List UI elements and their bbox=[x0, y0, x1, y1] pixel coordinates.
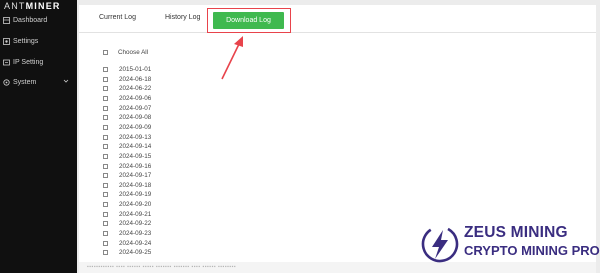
choose-all-row[interactable]: Choose All bbox=[103, 48, 148, 57]
log-date-checkbox[interactable] bbox=[103, 76, 108, 82]
log-date-label: 2024-09-20 bbox=[119, 201, 152, 209]
log-date-checkbox[interactable] bbox=[103, 221, 108, 227]
watermark-title: ZEUS MINING bbox=[464, 224, 568, 241]
log-date-row[interactable]: 2024-09-07 bbox=[103, 104, 151, 113]
log-date-row[interactable]: 2024-09-25 bbox=[103, 248, 151, 257]
log-date-row[interactable]: 2024-09-22 bbox=[103, 219, 151, 228]
choose-all-label: Choose All bbox=[118, 49, 149, 56]
sidebar-item-label: Dashboard bbox=[13, 16, 48, 24]
log-date-label: 2024-09-15 bbox=[119, 152, 152, 160]
ip-setting-icon bbox=[2, 58, 10, 66]
log-date-checkbox[interactable] bbox=[103, 250, 108, 256]
log-date-checkbox[interactable] bbox=[103, 115, 108, 121]
log-date-label: 2024-09-18 bbox=[119, 181, 152, 189]
log-date-row[interactable]: 2024-06-22 bbox=[103, 84, 151, 93]
watermark-subtitle: CRYPTO MINING PRO bbox=[464, 243, 600, 258]
dashboard-icon bbox=[2, 16, 10, 24]
log-date-row[interactable]: 2024-09-13 bbox=[103, 133, 151, 142]
log-date-checkbox[interactable] bbox=[103, 134, 108, 140]
log-date-label: 2024-09-06 bbox=[119, 94, 152, 102]
log-date-row[interactable]: 2024-09-14 bbox=[103, 142, 151, 151]
log-date-label: 2024-06-22 bbox=[119, 85, 152, 93]
log-date-label: 2024-09-23 bbox=[119, 230, 152, 238]
log-date-label: 2024-06-18 bbox=[119, 75, 152, 83]
log-date-label: 2024-09-14 bbox=[119, 143, 152, 151]
log-date-checkbox[interactable] bbox=[103, 202, 108, 208]
lightning-logo-icon bbox=[421, 225, 459, 263]
watermark: ZEUS MINING CRYPTO MINING PRO bbox=[420, 221, 600, 271]
log-date-label: 2015-01-01 bbox=[119, 66, 152, 73]
log-date-checkbox[interactable] bbox=[103, 95, 108, 101]
log-date-row[interactable]: 2024-09-24 bbox=[103, 239, 151, 248]
log-date-label: 2024-09-16 bbox=[119, 162, 152, 170]
log-date-checkbox[interactable] bbox=[103, 67, 108, 72]
log-date-row[interactable]: 2024-09-19 bbox=[103, 190, 151, 199]
log-date-label: 2024-09-25 bbox=[119, 249, 152, 257]
log-date-checkbox[interactable] bbox=[103, 163, 108, 169]
log-date-row[interactable]: 2024-09-18 bbox=[103, 181, 151, 190]
log-date-checkbox[interactable] bbox=[103, 144, 108, 150]
log-date-checkbox[interactable] bbox=[103, 240, 108, 246]
log-date-row[interactable]: 2024-09-16 bbox=[103, 162, 151, 171]
log-date-label: 2024-09-22 bbox=[119, 220, 152, 228]
log-date-row[interactable]: 2015-01-01 bbox=[103, 65, 151, 74]
log-date-row[interactable]: 2024-09-20 bbox=[103, 200, 151, 209]
download-log-button[interactable]: Download Log bbox=[213, 12, 284, 29]
sidebar-item-system[interactable]: System bbox=[0, 75, 77, 89]
log-date-checkbox[interactable] bbox=[103, 153, 108, 159]
sidebar-item-label: System bbox=[13, 78, 37, 86]
tab-current-log[interactable]: Current Log bbox=[99, 14, 136, 21]
log-date-row[interactable]: 2024-06-18 bbox=[103, 75, 151, 84]
log-date-row[interactable]: 2024-09-08 bbox=[103, 113, 151, 122]
log-date-label: 2024-09-21 bbox=[119, 210, 152, 218]
sidebar-item-dashboard[interactable]: Dashboard bbox=[0, 13, 77, 27]
log-date-label: 2024-09-24 bbox=[119, 239, 152, 247]
choose-all-checkbox[interactable] bbox=[103, 50, 108, 55]
log-date-row[interactable]: 2024-09-06 bbox=[103, 94, 151, 103]
sidebar: ANTMINER Dashboard Settings IP Setting S… bbox=[0, 0, 77, 273]
brand-logo: ANTMINER bbox=[4, 1, 61, 11]
sidebar-item-ip-setting[interactable]: IP Setting bbox=[0, 55, 77, 69]
settings-icon bbox=[2, 37, 10, 45]
log-date-checkbox[interactable] bbox=[103, 192, 108, 198]
log-date-label: 2024-09-13 bbox=[119, 133, 152, 141]
brand-prefix: ANT bbox=[4, 1, 26, 11]
log-date-label: 2024-09-08 bbox=[119, 114, 152, 122]
log-date-label: 2024-09-07 bbox=[119, 104, 152, 112]
log-date-label: 2024-09-09 bbox=[119, 123, 152, 131]
log-date-checkbox[interactable] bbox=[103, 86, 108, 92]
log-date-row[interactable]: 2024-09-21 bbox=[103, 210, 151, 219]
sidebar-item-settings[interactable]: Settings bbox=[0, 34, 77, 48]
log-date-checkbox[interactable] bbox=[103, 231, 108, 237]
log-date-label: 2024-09-17 bbox=[119, 172, 152, 180]
log-date-row[interactable]: 2024-09-23 bbox=[103, 229, 151, 238]
log-date-row[interactable]: 2024-09-15 bbox=[103, 152, 151, 161]
chevron-down-icon bbox=[63, 78, 69, 86]
log-date-checkbox[interactable] bbox=[103, 211, 108, 217]
log-date-label: 2024-09-19 bbox=[119, 191, 152, 199]
log-date-checkbox[interactable] bbox=[103, 105, 108, 111]
tab-history-log[interactable]: History Log bbox=[165, 14, 200, 21]
log-date-row[interactable]: 2024-09-09 bbox=[103, 123, 151, 132]
system-icon bbox=[2, 78, 10, 86]
sidebar-item-label: Settings bbox=[13, 37, 39, 45]
sidebar-item-label: IP Setting bbox=[13, 58, 44, 66]
brand-suffix: MINER bbox=[25, 1, 61, 11]
log-date-checkbox[interactable] bbox=[103, 124, 108, 130]
log-date-checkbox[interactable] bbox=[103, 173, 108, 179]
log-tabs: Current Log History Log Download Log bbox=[79, 5, 596, 33]
log-date-checkbox[interactable] bbox=[103, 182, 108, 188]
log-date-row[interactable]: 2024-09-17 bbox=[103, 171, 151, 180]
